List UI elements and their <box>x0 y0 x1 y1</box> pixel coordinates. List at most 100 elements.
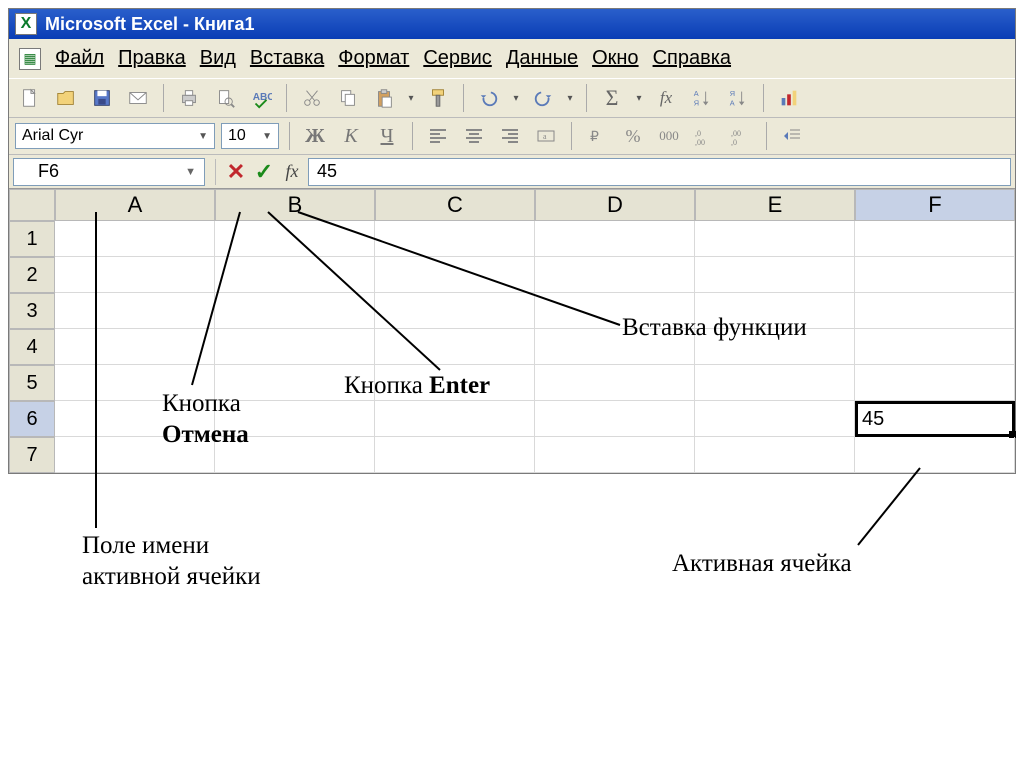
undo-icon[interactable] <box>474 83 504 113</box>
fx-toolbar-icon[interactable]: fx <box>651 83 681 113</box>
cell[interactable] <box>695 437 855 473</box>
percent-icon[interactable]: % <box>618 122 648 150</box>
cell[interactable] <box>375 401 535 437</box>
cell[interactable] <box>55 257 215 293</box>
menu-file[interactable]: Файл <box>55 47 104 70</box>
autosum-icon[interactable]: Σ <box>597 83 627 113</box>
chevron-down-icon: ▼ <box>185 166 196 178</box>
chart-icon[interactable] <box>774 83 804 113</box>
active-cell[interactable]: 45 <box>855 401 1015 437</box>
separator <box>215 159 216 185</box>
menu-format[interactable]: Формат <box>338 47 409 70</box>
save-icon[interactable] <box>87 83 117 113</box>
decrease-decimal-icon[interactable]: ,00,0 <box>726 122 756 150</box>
paste-icon[interactable] <box>369 83 399 113</box>
cell[interactable] <box>695 257 855 293</box>
cell[interactable] <box>215 329 375 365</box>
underline-button[interactable]: Ч <box>372 122 402 150</box>
print-preview-icon[interactable] <box>210 83 240 113</box>
column-header-a[interactable]: A <box>55 189 215 221</box>
redo-icon[interactable] <box>528 83 558 113</box>
menu-insert[interactable]: Вставка <box>250 47 324 70</box>
cell[interactable] <box>535 257 695 293</box>
align-center-icon[interactable] <box>459 122 489 150</box>
row-header-5[interactable]: 5 <box>9 365 55 401</box>
row-header-4[interactable]: 4 <box>9 329 55 365</box>
menu-help[interactable]: Справка <box>653 47 731 70</box>
menu-tools[interactable]: Сервис <box>423 47 492 70</box>
format-painter-icon[interactable] <box>423 83 453 113</box>
copy-icon[interactable] <box>333 83 363 113</box>
increase-decimal-icon[interactable]: ,0,00 <box>690 122 720 150</box>
column-header-e[interactable]: E <box>695 189 855 221</box>
cell[interactable] <box>215 221 375 257</box>
formula-input[interactable]: 45 <box>308 158 1011 186</box>
cell[interactable] <box>695 401 855 437</box>
font-name-select[interactable]: Arial Cyr ▼ <box>15 123 215 149</box>
cell[interactable] <box>855 329 1015 365</box>
italic-button[interactable]: К <box>336 122 366 150</box>
cell[interactable] <box>855 365 1015 401</box>
enter-button[interactable]: ✓ <box>250 158 278 186</box>
cell[interactable] <box>55 221 215 257</box>
select-all-corner[interactable] <box>9 189 55 221</box>
cell[interactable] <box>535 221 695 257</box>
row-header-7[interactable]: 7 <box>9 437 55 473</box>
spellcheck-icon[interactable]: ABC <box>246 83 276 113</box>
autosum-dropdown[interactable]: ▾ <box>633 83 645 113</box>
cell[interactable] <box>535 401 695 437</box>
cell[interactable] <box>375 329 535 365</box>
sort-desc-icon[interactable]: ЯА <box>723 83 753 113</box>
cell[interactable] <box>55 329 215 365</box>
align-left-icon[interactable] <box>423 122 453 150</box>
cell[interactable] <box>695 365 855 401</box>
row-header-2[interactable]: 2 <box>9 257 55 293</box>
cell[interactable] <box>855 293 1015 329</box>
insert-function-button[interactable]: fx <box>278 158 306 186</box>
grid-row: 7 <box>9 437 1015 473</box>
redo-dropdown[interactable]: ▾ <box>564 83 576 113</box>
cancel-button[interactable]: ✕ <box>222 158 250 186</box>
cell[interactable] <box>375 293 535 329</box>
thousands-icon[interactable]: 000 <box>654 122 684 150</box>
merge-cells-icon[interactable]: a <box>531 122 561 150</box>
cell[interactable] <box>855 437 1015 473</box>
cell[interactable] <box>855 257 1015 293</box>
column-header-d[interactable]: D <box>535 189 695 221</box>
menu-window[interactable]: Окно <box>592 47 638 70</box>
menu-data[interactable]: Данные <box>506 47 578 70</box>
font-size-select[interactable]: 10 ▼ <box>221 123 279 149</box>
cell[interactable] <box>855 221 1015 257</box>
print-icon[interactable] <box>174 83 204 113</box>
row-header-1[interactable]: 1 <box>9 221 55 257</box>
row-header-3[interactable]: 3 <box>9 293 55 329</box>
cell[interactable] <box>55 293 215 329</box>
cell[interactable] <box>375 221 535 257</box>
row-header-6[interactable]: 6 <box>9 401 55 437</box>
bold-button[interactable]: Ж <box>300 122 330 150</box>
cell[interactable] <box>375 257 535 293</box>
menu-edit[interactable]: Правка <box>118 47 186 70</box>
cell[interactable] <box>215 293 375 329</box>
cell[interactable] <box>215 257 375 293</box>
paste-dropdown[interactable]: ▾ <box>405 83 417 113</box>
open-icon[interactable] <box>51 83 81 113</box>
currency-icon[interactable]: ₽ <box>582 122 612 150</box>
menu-view[interactable]: Вид <box>200 47 236 70</box>
cell[interactable] <box>535 365 695 401</box>
cell[interactable] <box>375 437 535 473</box>
new-doc-icon[interactable] <box>15 83 45 113</box>
decrease-indent-icon[interactable] <box>777 122 807 150</box>
column-header-f[interactable]: F <box>855 189 1015 221</box>
email-icon[interactable] <box>123 83 153 113</box>
undo-dropdown[interactable]: ▾ <box>510 83 522 113</box>
align-right-icon[interactable] <box>495 122 525 150</box>
name-box[interactable]: F6 ▼ <box>13 158 205 186</box>
column-header-b[interactable]: B <box>215 189 375 221</box>
cut-icon[interactable] <box>297 83 327 113</box>
cell[interactable] <box>535 437 695 473</box>
column-header-c[interactable]: C <box>375 189 535 221</box>
cell[interactable] <box>695 221 855 257</box>
document-icon[interactable]: ▦ <box>19 48 41 70</box>
sort-asc-icon[interactable]: АЯ <box>687 83 717 113</box>
